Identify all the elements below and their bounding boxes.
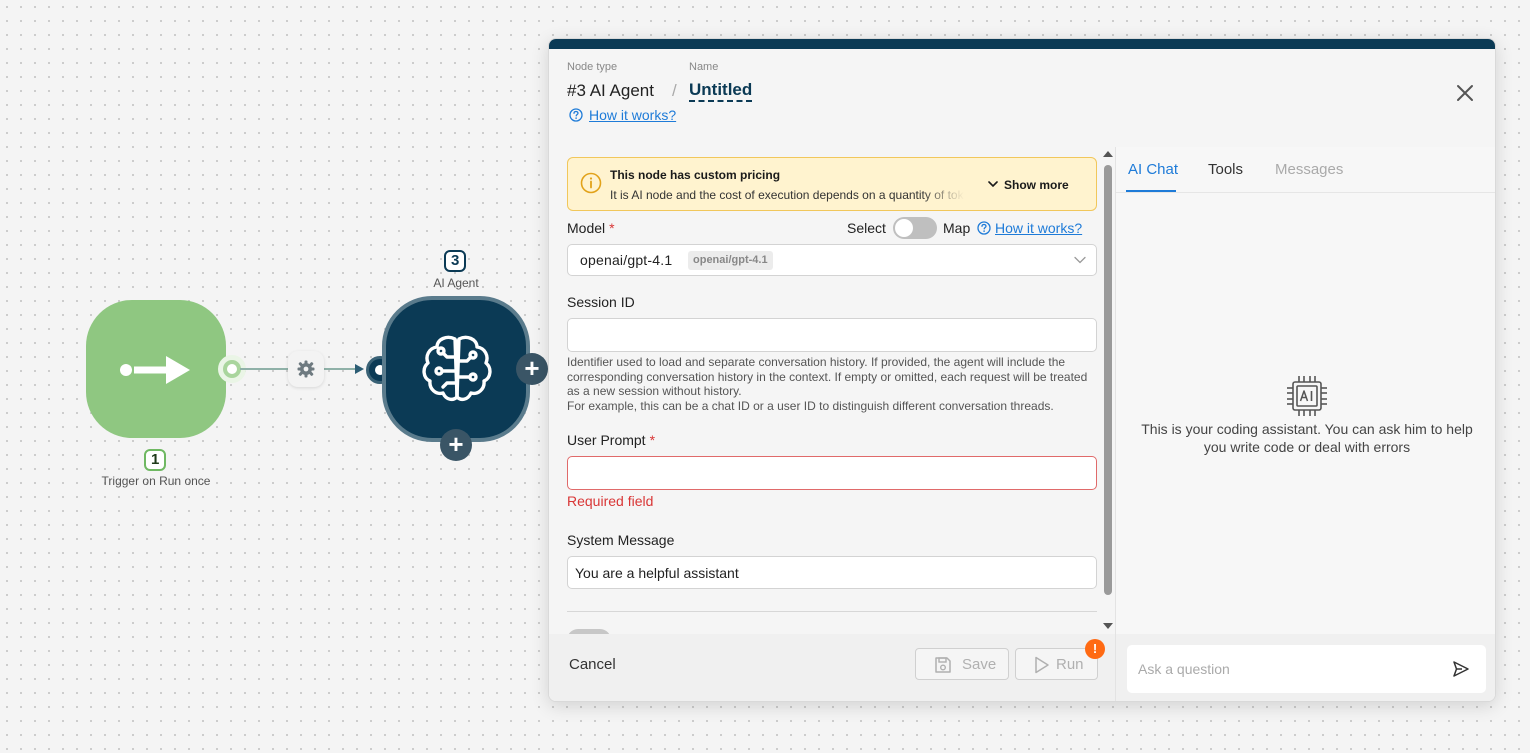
ai-agent-node[interactable] bbox=[382, 296, 530, 442]
scroll-down-icon[interactable] bbox=[1103, 623, 1113, 629]
save-icon bbox=[935, 657, 951, 673]
arrow-right-icon bbox=[120, 356, 190, 384]
help-circle-icon bbox=[977, 221, 991, 235]
chevron-down-icon bbox=[988, 181, 998, 188]
active-tab-indicator bbox=[1126, 190, 1176, 192]
ai-chat-sidebar: AI Chat Tools Messages This is your codi… bbox=[1115, 147, 1495, 701]
chat-footer bbox=[1116, 634, 1495, 701]
tab-ai-chat[interactable]: AI Chat bbox=[1128, 161, 1178, 178]
close-icon[interactable] bbox=[1455, 83, 1475, 103]
session-id-label: Session ID bbox=[567, 294, 635, 310]
model-label-text: Model bbox=[567, 220, 606, 236]
node-name-label: Name bbox=[689, 61, 719, 73]
required-mark: * bbox=[609, 220, 615, 236]
run-alert-badge: ! bbox=[1085, 639, 1105, 659]
connection-arrow bbox=[355, 364, 364, 374]
agent-node-index: 3 bbox=[444, 250, 467, 272]
model-field-label: Model * bbox=[567, 220, 615, 236]
connection-settings-button[interactable] bbox=[288, 351, 324, 387]
node-settings-panel: Node type Name #3 AI Agent / Untitled Ho… bbox=[548, 38, 1496, 702]
trigger-node-caption: Trigger on Run once bbox=[101, 474, 211, 488]
panel-header: Node type Name #3 AI Agent / Untitled Ho… bbox=[549, 49, 1495, 147]
send-icon[interactable] bbox=[1452, 660, 1470, 678]
node-type-label: Node type bbox=[567, 61, 618, 73]
user-prompt-label-text: User Prompt bbox=[567, 432, 646, 448]
brain-circuit-icon bbox=[422, 335, 492, 402]
node-type-value: #3 AI Agent bbox=[567, 81, 654, 100]
save-button-label: Save bbox=[962, 656, 997, 673]
trigger-node[interactable] bbox=[86, 300, 226, 438]
how-it-works-link[interactable]: How it works? bbox=[569, 107, 676, 123]
scroll-up-icon[interactable] bbox=[1103, 151, 1113, 157]
custom-pricing-notice: This node has custom pricing It is AI no… bbox=[567, 157, 1097, 211]
required-mark: * bbox=[649, 432, 656, 448]
show-more-button[interactable]: Show more bbox=[988, 178, 1069, 192]
model-selected-value: openai/gpt-4.1 bbox=[580, 252, 673, 268]
notice-text: It is AI node and the cost of execution … bbox=[610, 188, 964, 202]
chat-question-input[interactable] bbox=[1127, 645, 1486, 693]
play-icon bbox=[1035, 656, 1049, 674]
notice-title: This node has custom pricing bbox=[610, 168, 781, 182]
system-message-label: System Message bbox=[567, 532, 675, 548]
session-id-input[interactable] bbox=[567, 318, 1097, 352]
agent-node-caption: AI Agent bbox=[433, 276, 479, 290]
section-divider bbox=[567, 611, 1097, 612]
show-more-label: Show more bbox=[1004, 178, 1069, 192]
system-message-value: You are a helpful assistant bbox=[575, 565, 739, 581]
form-footer: Cancel Save Run ! bbox=[549, 634, 1115, 701]
session-helper-line-1: Identifier used to load and separate con… bbox=[567, 355, 1088, 398]
model-how-it-works-link[interactable]: How it works? bbox=[995, 220, 1082, 236]
user-prompt-input[interactable] bbox=[567, 456, 1097, 490]
save-button[interactable]: Save bbox=[915, 648, 1009, 680]
tab-messages[interactable]: Messages bbox=[1275, 161, 1343, 178]
how-it-works-link-text: How it works? bbox=[589, 107, 677, 123]
session-id-helper: Identifier used to load and separate con… bbox=[567, 355, 1097, 413]
user-prompt-label: User Prompt * bbox=[567, 432, 655, 448]
model-select[interactable]: openai/gpt-4.1 openai/gpt-4.1 bbox=[567, 244, 1097, 276]
node-settings-form: This node has custom pricing It is AI no… bbox=[549, 147, 1115, 634]
user-prompt-error: Required field bbox=[567, 493, 654, 509]
chat-empty-state-text: This is your coding assistant. You can a… bbox=[1141, 421, 1473, 455]
tab-tools[interactable]: Tools bbox=[1208, 161, 1243, 178]
mode-select-label: Select bbox=[847, 220, 886, 236]
model-id-chip: openai/gpt-4.1 bbox=[688, 251, 773, 270]
info-icon bbox=[580, 172, 602, 194]
system-message-input[interactable]: You are a helpful assistant bbox=[567, 556, 1097, 589]
session-helper-line-2: For example, this can be a chat ID or a … bbox=[567, 398, 1054, 413]
chat-tabs: AI Chat Tools Messages bbox=[1116, 147, 1495, 193]
trigger-node-index: 1 bbox=[144, 449, 167, 471]
run-button-label: Run bbox=[1056, 656, 1084, 673]
add-tool-button[interactable]: + bbox=[440, 429, 472, 461]
form-scrollbar-thumb[interactable] bbox=[1104, 165, 1112, 595]
node-name-editable[interactable]: Untitled bbox=[689, 81, 753, 102]
chevron-down-icon bbox=[1074, 256, 1086, 264]
panel-accent-bar bbox=[549, 39, 1495, 49]
cancel-button[interactable]: Cancel bbox=[569, 656, 616, 673]
add-next-node-button[interactable]: + bbox=[516, 353, 548, 385]
gear-icon bbox=[297, 360, 315, 378]
ai-chip-icon bbox=[1287, 376, 1327, 416]
header-separator: / bbox=[672, 81, 677, 100]
mode-map-label: Map bbox=[943, 220, 971, 236]
select-map-toggle[interactable] bbox=[893, 217, 937, 239]
